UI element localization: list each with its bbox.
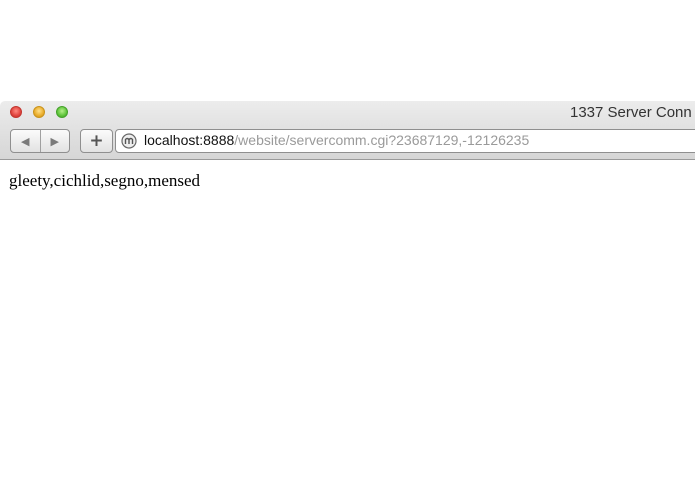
browser-chrome: 1337 Server Conn ◀ ▶ + localhost:8888/we…	[0, 101, 695, 160]
forward-arrow-icon: ▶	[50, 134, 59, 148]
globe-icon	[121, 133, 137, 149]
toolbar: ◀ ▶ + localhost:8888/website/servercomm.…	[0, 128, 695, 156]
url-path: /website/servercomm.cgi?23687129,-121262…	[234, 132, 530, 148]
forward-button[interactable]: ▶	[41, 130, 70, 152]
zoom-window-button[interactable]	[56, 106, 68, 118]
back-arrow-icon: ◀	[21, 134, 30, 148]
plus-icon: +	[89, 131, 104, 151]
page-content: gleety,cichlid,segno,mensed	[0, 161, 695, 494]
page-body-text: gleety,cichlid,segno,mensed	[9, 171, 201, 190]
url-host: localhost:8888	[144, 132, 235, 148]
title-bar[interactable]: 1337 Server Conn	[0, 101, 695, 125]
browser-window: 1337 Server Conn ◀ ▶ + localhost:8888/we…	[0, 101, 695, 494]
add-bookmark-button[interactable]: +	[80, 129, 113, 153]
minimize-window-button[interactable]	[33, 106, 45, 118]
address-bar[interactable]: localhost:8888/website/servercomm.cgi?23…	[115, 129, 695, 153]
window-title: 1337 Server Conn	[570, 104, 692, 121]
url-text[interactable]: localhost:8888/website/servercomm.cgi?23…	[144, 132, 529, 148]
desktop-background	[0, 0, 695, 101]
navigation-buttons: ◀ ▶	[10, 129, 70, 153]
close-window-button[interactable]	[10, 106, 22, 118]
back-button[interactable]: ◀	[11, 130, 41, 152]
